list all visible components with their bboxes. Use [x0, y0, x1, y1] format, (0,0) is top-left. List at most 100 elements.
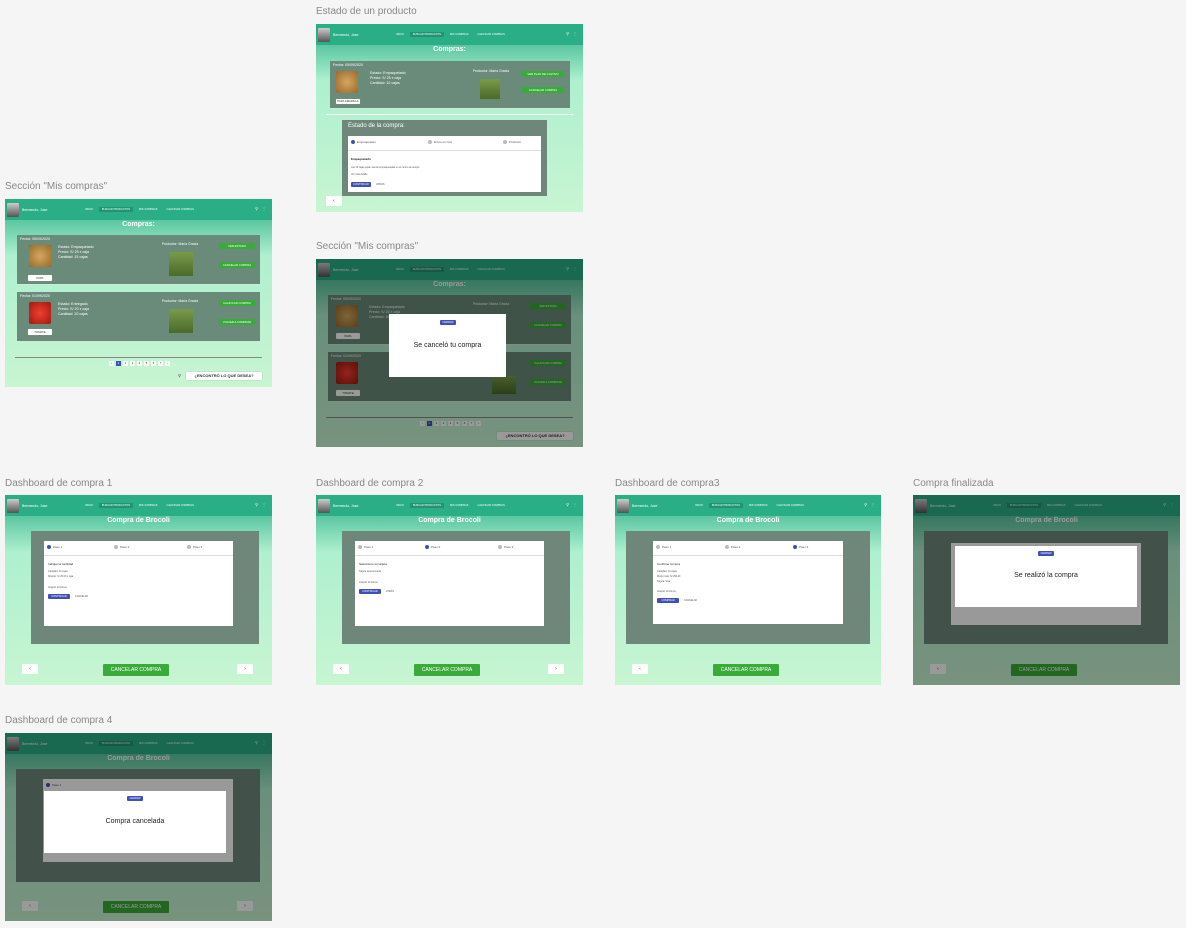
nav-buscar[interactable]: BUSCAR PRODUCTOS [409, 32, 444, 37]
page-3[interactable]: 3 [130, 361, 135, 366]
page-title: Compra de Brocoli [418, 517, 481, 524]
nav-mis-compras[interactable]: MIS COMPRAS [136, 503, 160, 508]
search-icon[interactable]: ⚲ [255, 502, 258, 507]
step-label: Paso 1 [662, 545, 672, 549]
user-name: Bermendo, Jose [632, 503, 658, 508]
page-4[interactable]: 4 [137, 361, 142, 366]
nav-buscar[interactable]: BUSCAR PRODUCTOS [409, 503, 444, 508]
page-prev[interactable]: ‹ [109, 361, 114, 366]
page-5[interactable]: 5 [144, 361, 149, 366]
cancel-purchase-button[interactable]: CANCELAR COMPRA [713, 664, 779, 676]
tomato-image [29, 302, 51, 324]
close-button[interactable]: CERRAR [127, 796, 143, 801]
found-button[interactable]: ¿ENCONTRÓ LO QUE DESEA? [186, 372, 262, 380]
app-header: Bermendo, Jose INICIO BUSCAR PRODUCTOS MIS … [316, 24, 583, 45]
nav-mis-compras[interactable]: MIS COMPRAS [746, 503, 770, 508]
nav-calificar[interactable]: CALIFICAR COMPRAS [163, 207, 196, 212]
avatar[interactable] [318, 27, 330, 42]
nav-inicio[interactable]: INICIO [82, 503, 96, 508]
page-1[interactable]: 1 [116, 361, 121, 366]
more-icon[interactable]: ⋮ [262, 502, 266, 507]
more-icon[interactable]: ⋮ [573, 31, 577, 36]
more-icon[interactable]: ⋮ [871, 502, 875, 507]
terms-checkbox[interactable]: Acepto términos [657, 590, 676, 593]
estado-panel: Estado de la compra: Empaquetado Envío e… [342, 120, 547, 196]
stepper-card: Paso 1 Paso 2 Paso 3 Seleccione su tarje… [355, 541, 544, 626]
step-text: Monto total: S/ 250.00 [657, 575, 681, 578]
product-tag[interactable]: PAPA [28, 275, 52, 281]
search-icon[interactable]: ⚲ [255, 206, 258, 211]
ver-plan-button[interactable]: VER PLAN DE CULTIVO [522, 71, 564, 77]
close-button[interactable]: CERRAR [1038, 551, 1054, 556]
nav-inicio[interactable]: INICIO [82, 207, 96, 212]
more-icon[interactable]: ⋮ [573, 502, 577, 507]
nav-inicio[interactable]: INICIO [393, 503, 407, 508]
avatar[interactable] [7, 498, 19, 513]
nav-buscar[interactable]: BUSCAR PRODUCTOS [98, 503, 133, 508]
more-link[interactable]: Ver más detalle [351, 173, 367, 176]
ver-estado-button[interactable]: VER ESTADO [219, 243, 255, 249]
nav-calificar[interactable]: CALIFICAR COMPRAS [474, 503, 507, 508]
page-6[interactable]: 6 [151, 361, 156, 366]
cancel-button[interactable]: CANCELAR [75, 595, 88, 598]
nav-buscar[interactable]: BUSCAR PRODUCTOS [708, 503, 743, 508]
step-icon [114, 545, 118, 550]
prev-button[interactable]: ‹ [22, 664, 38, 674]
frame-dashboard-4: Bermendo, Jose INICIO BUSCAR PRODUCTOS MIS … [5, 733, 272, 921]
next-button[interactable]: › [237, 664, 253, 674]
nav-calificar[interactable]: CALIFICAR COMPRAS [163, 503, 196, 508]
cancel-button[interactable]: CANCELAR [684, 599, 697, 602]
back-button[interactable]: ATRÁS [386, 590, 394, 593]
nav-mis-compras[interactable]: MIS COMPRAS [447, 32, 471, 37]
terms-checkbox[interactable]: Acepto términos [48, 586, 67, 589]
product-tag[interactable]: PAPA AMARILLA [336, 99, 360, 104]
next-button[interactable]: › [548, 664, 564, 674]
buy-again-button[interactable]: VOLVER A COMPRAR [219, 319, 255, 325]
nav-calificar[interactable]: CALIFICAR COMPRAS [474, 32, 507, 37]
rate-purchase-button[interactable]: CALIFICAR COMPRA [219, 300, 255, 306]
step-label: Paso 2 [120, 545, 130, 549]
cancel-purchase-button[interactable]: CANCELAR COMPRA [522, 87, 564, 93]
close-button[interactable]: CERRAR [440, 320, 456, 325]
cancel-purchase-button[interactable]: CANCELAR COMPRA [103, 664, 169, 676]
nav-buscar[interactable]: BUSCAR PRODUCTOS [98, 207, 133, 212]
page-7[interactable]: 7 [158, 361, 163, 366]
nav-calificar[interactable]: CALIFICAR COMPRAS [773, 503, 806, 508]
stepper-panel: Paso 1 Paso 2 Paso 3 Confirme compra Can… [626, 531, 870, 644]
potato-image [336, 71, 358, 93]
continue-button[interactable]: CONTINUAR [359, 589, 381, 594]
page-2[interactable]: 2 [123, 361, 128, 366]
nav-mis-compras[interactable]: MIS COMPRAS [447, 503, 471, 508]
back-button[interactable]: ATRÁS [376, 183, 384, 186]
prev-button[interactable]: ‹ [632, 664, 648, 674]
avatar[interactable] [617, 498, 629, 513]
more-icon[interactable]: ⋮ [262, 206, 266, 211]
continue-button[interactable]: CONTINUAR [351, 182, 371, 187]
terms-checkbox[interactable]: Acepto términos [359, 581, 378, 584]
cancel-purchase-button[interactable]: CANCELAR COMPRA [414, 664, 480, 676]
nav-mis-compras[interactable]: MIS COMPRAS [136, 207, 160, 212]
nav-inicio[interactable]: INICIO [393, 32, 407, 37]
stepper-card: Paso 1 Paso 2 Paso 3 Indique la cantidad… [44, 541, 233, 626]
search-icon[interactable]: ⚲ [566, 502, 569, 507]
divider [355, 555, 544, 556]
avatar[interactable] [7, 202, 19, 217]
divider [653, 555, 843, 556]
page-next[interactable]: › [165, 361, 170, 366]
continue-button[interactable]: CONTINUAR [48, 594, 70, 599]
product-tag[interactable]: TOMATE [28, 329, 52, 335]
step-label: Producto [509, 140, 522, 144]
card-producer: Productor: María Gracia [161, 299, 199, 303]
nav-inicio[interactable]: INICIO [692, 503, 706, 508]
prev-button[interactable]: ‹ [333, 664, 349, 674]
stepper-panel: Paso 1 Paso 2 Paso 3 Indique la cantidad… [31, 531, 259, 644]
avatar[interactable] [318, 498, 330, 513]
cancel-purchase-button[interactable]: CANCELAR COMPRA [219, 262, 255, 268]
buy-button[interactable]: COMPRAR [657, 598, 679, 603]
step-text: Tarjeta seleccionada [359, 570, 381, 573]
cancelled-modal: CERRAR Compra cancelada [44, 791, 226, 853]
step-text: Mostrar: S/ 25.00 x caja [48, 575, 74, 578]
prev-button[interactable]: ‹ [326, 196, 342, 206]
search-icon[interactable]: ⚲ [566, 31, 569, 36]
search-icon[interactable]: ⚲ [864, 502, 867, 507]
